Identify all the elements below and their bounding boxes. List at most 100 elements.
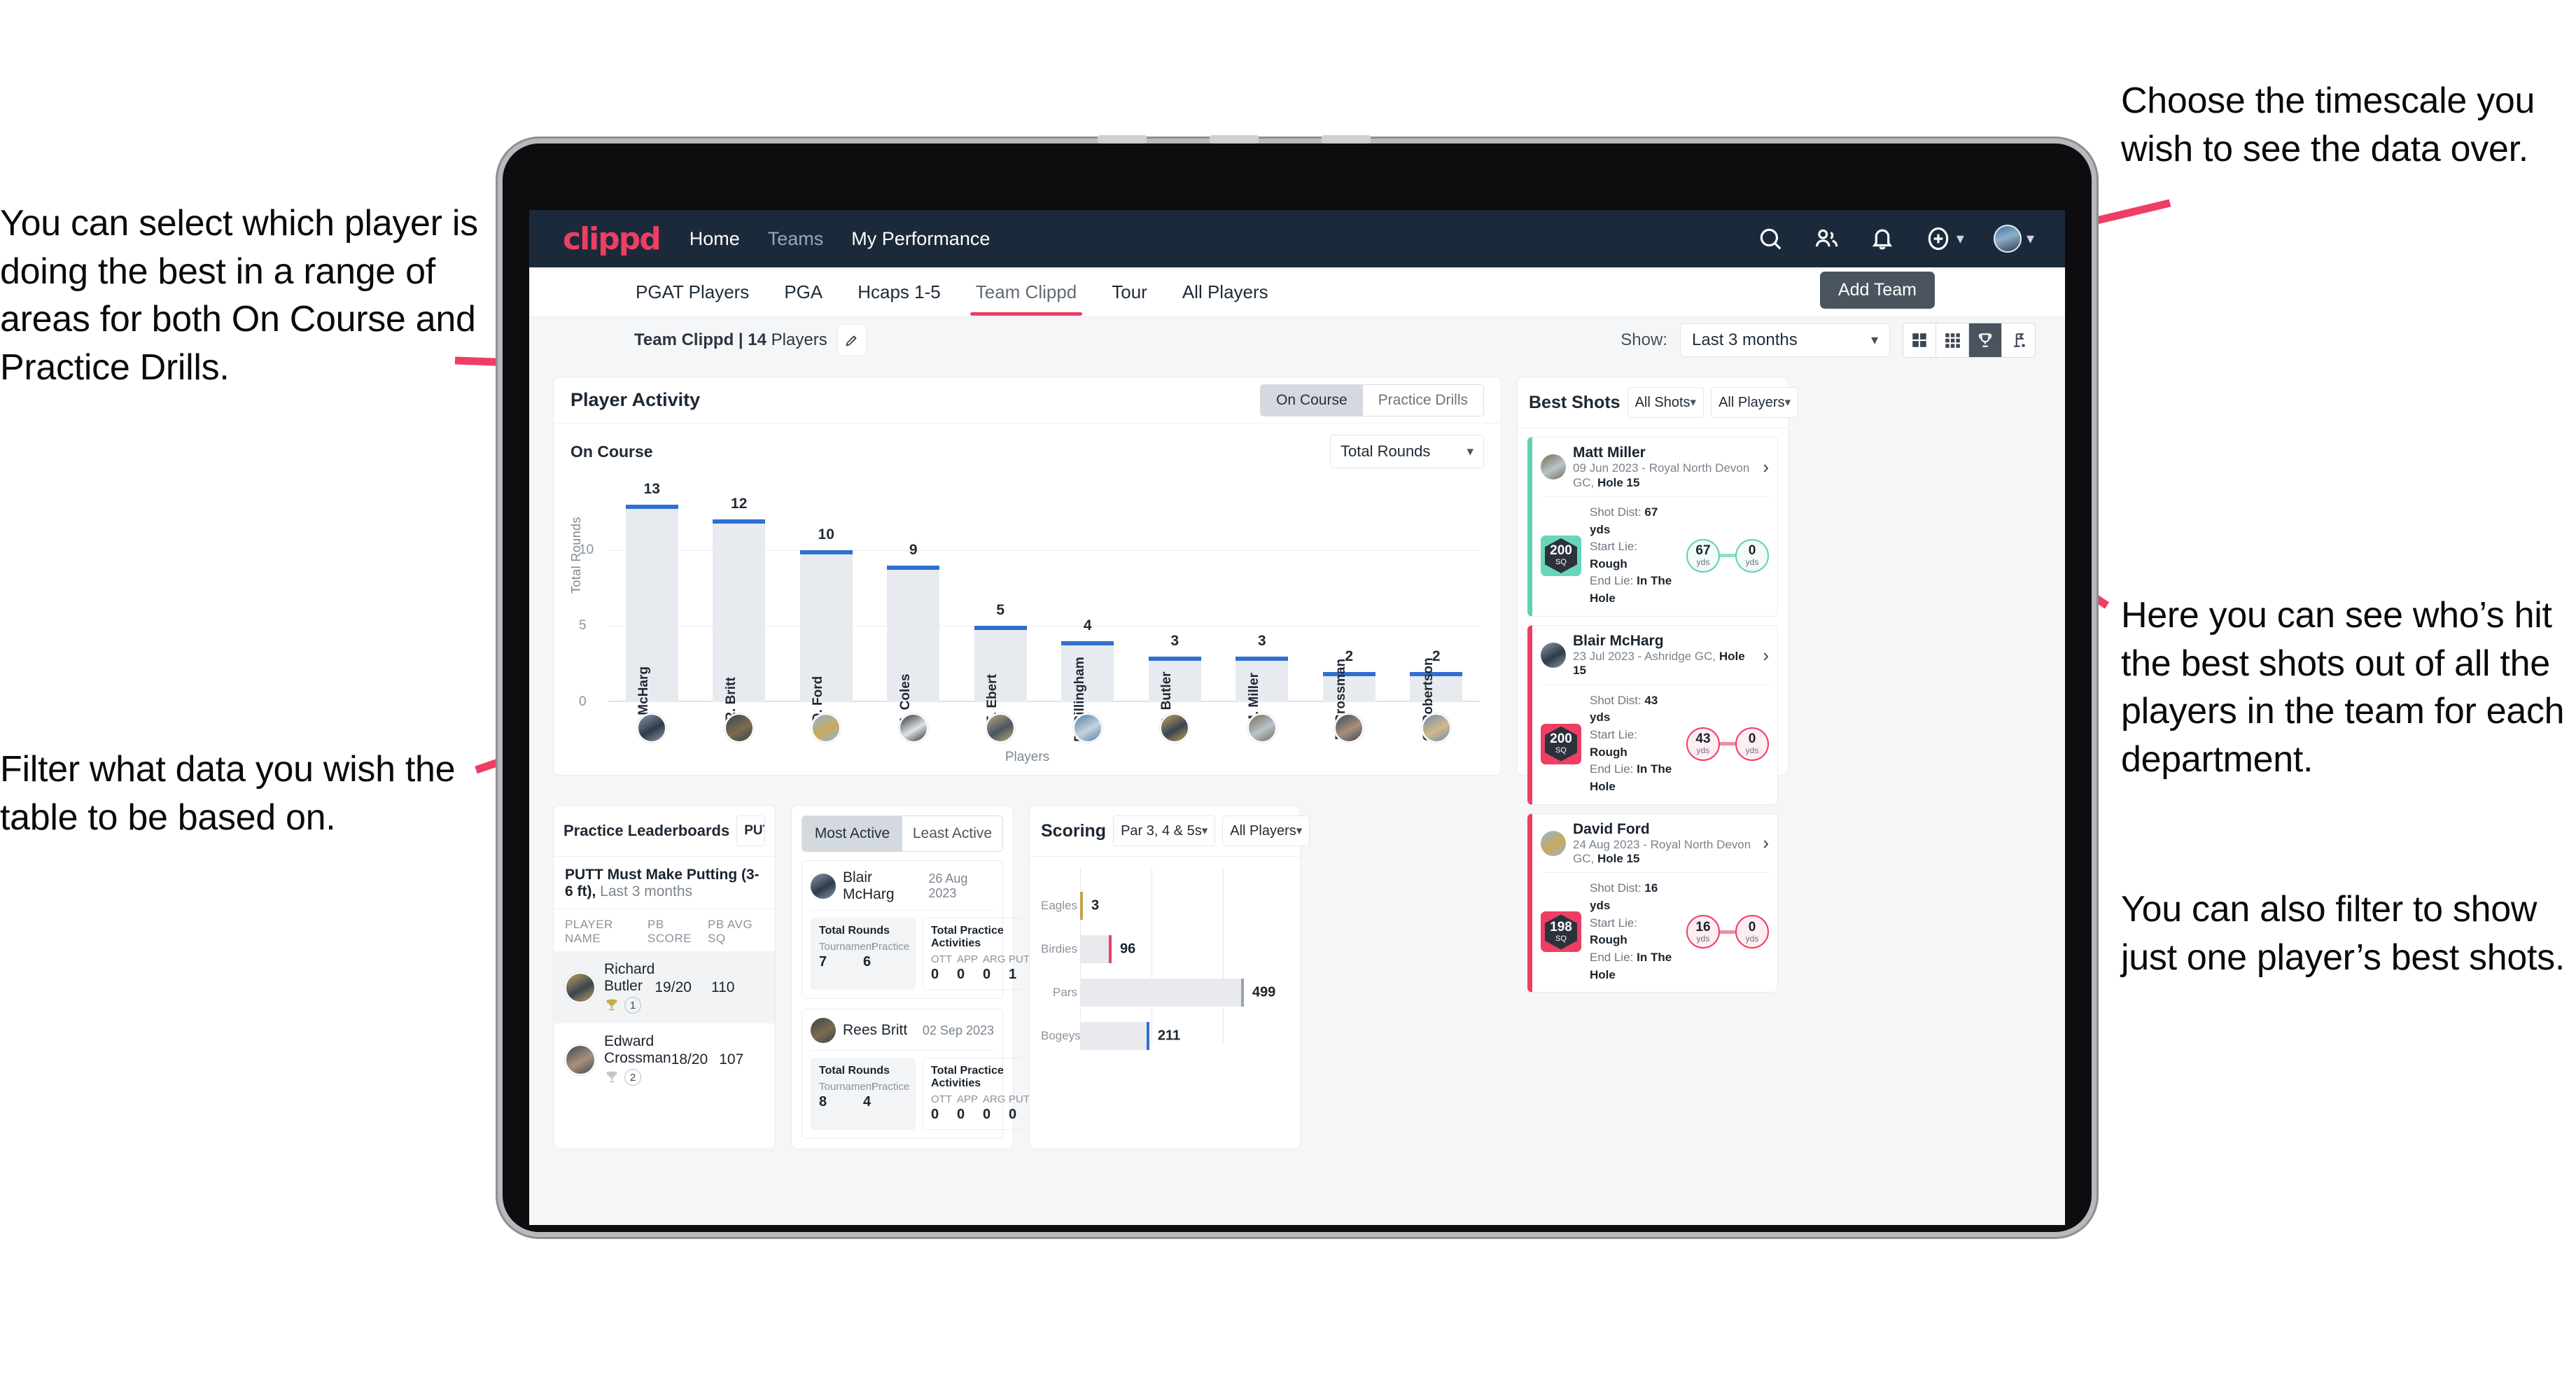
rounds-value: 7 (819, 954, 827, 969)
player-avatar[interactable] (637, 713, 667, 743)
edit-team-button[interactable] (836, 323, 867, 356)
scoring-bar-row[interactable]: Pars 499 (1053, 979, 1275, 1007)
add-menu[interactable]: ▾ (1925, 225, 1964, 252)
view-mode-trophy[interactable] (1969, 323, 2002, 357)
chart-bar[interactable]: 10 D. Ford (799, 526, 853, 722)
tab-tour[interactable]: Tour (1110, 269, 1149, 316)
best-shot-meta: 23 Jul 2023 - Ashridge GC, Hole 15 (1573, 649, 1745, 678)
chart-bar[interactable]: 9 J. Coles (887, 542, 940, 724)
annotation-left-bottom: Filter what data you wish the table to b… (0, 749, 456, 838)
toggle-practice-drills[interactable]: Practice Drills (1362, 384, 1483, 416)
player-avatar[interactable] (986, 713, 1016, 743)
tab-least-active[interactable]: Least Active (902, 816, 1002, 851)
tab-hcaps-1-5[interactable]: Hcaps 1-5 (856, 269, 942, 316)
scoring-bar-row[interactable]: Eagles 3 (1041, 892, 1099, 920)
player-avatar[interactable] (1334, 713, 1364, 743)
chart-plot-area: 0 5 10 13 B. McHarg 12 R. Britt 10 D. Ford 9 J. Co… (579, 481, 1480, 742)
avatar[interactable] (1993, 225, 2022, 253)
metric-select[interactable]: Total Rounds ▾ (1330, 435, 1484, 468)
leaderboard-row[interactable]: Richard Butler 1 19/20 110 (554, 951, 775, 1023)
scoring-rows: Eagles 3 Birdies 96 Pars 499 Bogeys 211 (1041, 868, 1289, 1050)
scoring-bar-row[interactable]: Bogeys 211 (1041, 1022, 1180, 1050)
scoring-chart: Eagles 3 Birdies 96 Pars 499 Bogeys 211 (1041, 868, 1289, 1050)
shot-link-line (1720, 930, 1735, 934)
chart-bar[interactable]: 2 E. Crossman (1322, 648, 1376, 740)
best-shot-card[interactable]: David Ford 24 Aug 2023 - Royal North Devo… (1527, 813, 1778, 993)
nav-link-my-performance[interactable]: My Performance (851, 228, 990, 250)
view-mode-golf-flag[interactable] (2002, 323, 2035, 357)
bell-icon[interactable] (1869, 225, 1896, 252)
best-shot-card[interactable]: Matt Miller 09 Jun 2023 - Royal North Dev… (1527, 437, 1778, 617)
player-avatar[interactable] (811, 713, 841, 743)
add-team-tooltip: Add Team (1819, 272, 1935, 309)
search-icon[interactable] (1757, 225, 1784, 252)
practice-value: 0 (931, 1107, 939, 1122)
shot-end-value: 0 (1748, 543, 1756, 559)
metric-select-value: Total Rounds (1340, 442, 1431, 460)
people-icon[interactable] (1813, 225, 1840, 252)
player-avatar[interactable] (898, 713, 928, 743)
view-mode-group (1903, 322, 2036, 358)
player-avatar[interactable] (1421, 713, 1451, 743)
chevron-right-icon[interactable]: › (1763, 832, 1769, 854)
end-lie: In The Hole (1590, 574, 1672, 606)
best-shots-player-filter[interactable]: All Players ▾ (1711, 387, 1799, 418)
dashboard-content: Player Activity On Course Practice Drill… (529, 363, 2065, 1149)
chart-bar[interactable]: 13 B. McHarg (625, 481, 678, 732)
chart-bar[interactable]: 4 D. Billingham (1061, 617, 1114, 742)
tab-team-clippd[interactable]: Team Clippd (969, 269, 1082, 316)
player-avatar[interactable] (1160, 713, 1190, 743)
chart-bar[interactable]: 5 E. Ebert (974, 602, 1027, 724)
best-shots-shot-filter[interactable]: All Shots ▾ (1627, 387, 1704, 418)
chart-bar[interactable]: 2 C. Robertson (1410, 648, 1463, 741)
player-avatar[interactable] (1072, 713, 1102, 743)
toggle-on-course[interactable]: On Course (1261, 384, 1363, 416)
best-shot-hole: Hole 15 (1597, 852, 1640, 866)
shot-end-bubble: 0 yds (1735, 915, 1769, 949)
nav-link-home[interactable]: Home (690, 228, 740, 250)
chevron-right-icon[interactable]: › (1763, 645, 1769, 666)
plus-circle-icon[interactable] (1925, 225, 1952, 252)
chart-bar-cap (974, 626, 1027, 631)
chart-y-tick: 0 (579, 694, 587, 709)
drill-select[interactable]: PUTT Must Make Putting ... ▾ (736, 816, 765, 846)
player-avatar[interactable] (724, 713, 754, 743)
best-shots-header: Best Shots All Shots ▾ All Players ▾ (1518, 377, 1799, 428)
chevron-right-icon[interactable]: › (1763, 456, 1769, 478)
chevron-down-icon: ▾ (1956, 230, 1964, 247)
chart-bar-cap (1236, 656, 1289, 661)
chart-bar[interactable]: 3 M. Miller (1236, 633, 1289, 726)
chart-bar-value: 5 (996, 602, 1005, 619)
leaderboard-row[interactable]: Edward Crossman 2 18/20 107 (554, 1023, 775, 1096)
tab-pgat-players[interactable]: PGAT Players (634, 269, 750, 316)
chart-bar-value: 3 (1257, 632, 1266, 649)
best-shots-card: Best Shots All Shots ▾ All Players ▾ Mat… (1517, 377, 1799, 993)
activity-card[interactable]: Blair McHarg 26 Aug 2023 Total Rounds Tourn… (802, 860, 1043, 999)
practice-value: 0 (957, 1107, 965, 1122)
timescale-select[interactable]: Last 3 months ▾ (1680, 323, 1890, 357)
tab-most-active[interactable]: Most Active (802, 816, 902, 851)
tab-pga[interactable]: PGA (783, 269, 824, 316)
scoring-player-filter[interactable]: All Players ▾ (1222, 816, 1310, 846)
shot-start-unit: yds (1696, 557, 1710, 568)
scoring-bar-value: 211 (1157, 1028, 1181, 1044)
shot-distance: 16 yds (1590, 881, 1658, 913)
chart-bar[interactable]: 12 R. Britt (713, 496, 766, 722)
user-menu[interactable]: ▾ (1993, 225, 2034, 253)
activity-card[interactable]: Rees Britt 02 Sep 2023 Total Rounds Tournam… (802, 1009, 1043, 1139)
best-shot-card[interactable]: Blair McHarg 23 Jul 2023 - Ashridge GC, H… (1527, 624, 1778, 805)
shot-quality-unit: SQ (1555, 934, 1567, 943)
chart-bar[interactable]: 3 R. Butler (1148, 633, 1201, 727)
scoring-bar-row[interactable]: Birdies 96 (1041, 935, 1135, 963)
team-tabs: PGAT Players PGA Hcaps 1-5 Team Clippd T… (529, 267, 2065, 316)
nav-link-teams[interactable]: Teams (768, 228, 824, 250)
player-avatar[interactable] (1247, 713, 1277, 743)
clippd-logo[interactable]: clippd (563, 221, 662, 257)
scoring-par-filter[interactable]: Par 3, 4 & 5s ▾ (1113, 816, 1216, 846)
view-mode-grid-large[interactable] (1903, 323, 1936, 357)
view-mode-grid-small[interactable] (1936, 323, 1969, 357)
shot-link-line (1720, 554, 1735, 558)
tab-all-players[interactable]: All Players (1181, 269, 1270, 316)
player-activity-sublabel: On Course (570, 442, 653, 461)
practice-leaderboards-columns: PLAYER NAME PB SCORE PB AVG SQ (554, 909, 775, 951)
